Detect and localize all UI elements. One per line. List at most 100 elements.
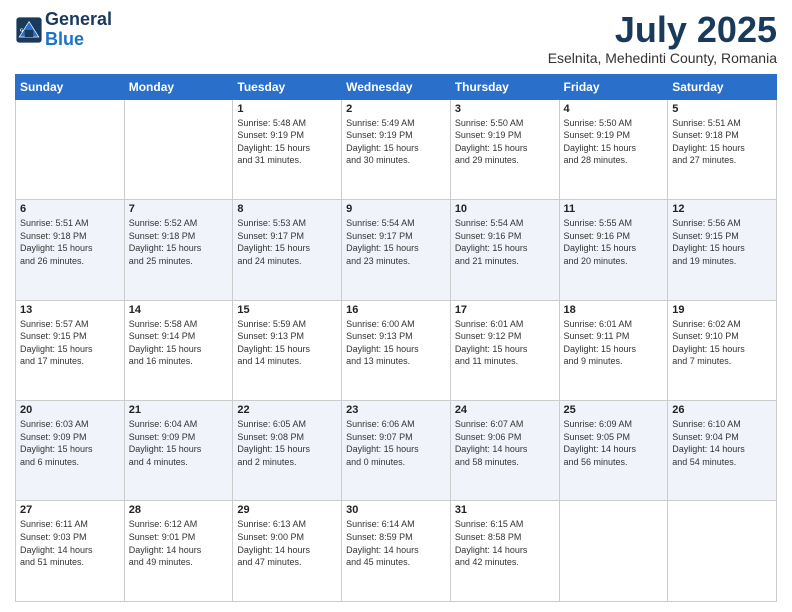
day-number: 21 xyxy=(129,404,229,416)
logo-line2: Blue xyxy=(45,30,112,50)
day-info: Sunrise: 6:07 AM Sunset: 9:06 PM Dayligh… xyxy=(455,418,555,468)
calendar-cell: 2Sunrise: 5:49 AM Sunset: 9:19 PM Daylig… xyxy=(342,99,451,199)
logo: G General Blue xyxy=(15,10,112,50)
day-number: 1 xyxy=(237,103,337,115)
calendar-cell: 20Sunrise: 6:03 AM Sunset: 9:09 PM Dayli… xyxy=(16,401,125,501)
day-info: Sunrise: 5:48 AM Sunset: 9:19 PM Dayligh… xyxy=(237,117,337,167)
day-info: Sunrise: 6:12 AM Sunset: 9:01 PM Dayligh… xyxy=(129,518,229,568)
col-header-thursday: Thursday xyxy=(450,74,559,99)
day-number: 13 xyxy=(20,304,120,316)
calendar-cell: 31 Sunrise: 6:15 AM Sunset: 8:58 PM Dayli… xyxy=(450,501,559,602)
calendar-cell: 26 Sunrise: 6:10 AM Sunset: 9:04 PM Dayli… xyxy=(668,401,777,501)
day-number: 10 xyxy=(455,203,555,215)
day-number: 6 xyxy=(20,203,120,215)
day-number: 24 xyxy=(455,404,555,416)
day-info: Sunrise: 6:01 AM Sunset: 9:12 PM Dayligh… xyxy=(455,318,555,368)
calendar-cell: 3 Sunrise: 5:50 AM Sunset: 9:19 PM Daylig… xyxy=(450,99,559,199)
calendar-cell: 27 Sunrise: 6:11 AM Sunset: 9:03 PM Dayli… xyxy=(16,501,125,602)
day-info: Sunrise: 5:53 AM Sunset: 9:17 PM Dayligh… xyxy=(237,217,337,267)
day-info: Sunrise: 5:52 AM Sunset: 9:18 PM Dayligh… xyxy=(129,217,229,267)
calendar-cell: 18 Sunrise: 6:01 AM Sunset: 9:11 PM Dayli… xyxy=(559,300,668,400)
calendar-table: SundayMondayTuesdayWednesdayThursdayFrid… xyxy=(15,74,777,602)
day-info: Sunrise: 6:11 AM Sunset: 9:03 PM Dayligh… xyxy=(20,518,120,568)
calendar-cell: 22Sunrise: 6:05 AM Sunset: 9:08 PM Dayli… xyxy=(233,401,342,501)
day-info: Sunrise: 6:06 AM Sunset: 9:07 PM Dayligh… xyxy=(346,418,446,468)
day-number: 29 xyxy=(237,504,337,516)
calendar-cell: 25Sunrise: 6:09 AM Sunset: 9:05 PM Dayli… xyxy=(559,401,668,501)
week-row-2: 6 Sunrise: 5:51 AM Sunset: 9:18 PM Daylig… xyxy=(16,200,777,300)
calendar-cell: 5Sunrise: 5:51 AM Sunset: 9:18 PM Daylig… xyxy=(668,99,777,199)
day-number: 4 xyxy=(564,103,664,115)
calendar-cell: 10 Sunrise: 5:54 AM Sunset: 9:16 PM Dayli… xyxy=(450,200,559,300)
day-info: Sunrise: 6:02 AM Sunset: 9:10 PM Dayligh… xyxy=(672,318,772,368)
day-number: 15 xyxy=(237,304,337,316)
day-number: 19 xyxy=(672,304,772,316)
calendar-cell: 23 Sunrise: 6:06 AM Sunset: 9:07 PM Dayli… xyxy=(342,401,451,501)
day-number: 26 xyxy=(672,404,772,416)
day-number: 7 xyxy=(129,203,229,215)
calendar-cell xyxy=(559,501,668,602)
day-number: 14 xyxy=(129,304,229,316)
day-number: 30 xyxy=(346,504,446,516)
day-info: Sunrise: 5:55 AM Sunset: 9:16 PM Dayligh… xyxy=(564,217,664,267)
col-header-saturday: Saturday xyxy=(668,74,777,99)
day-info: Sunrise: 5:51 AM Sunset: 9:18 PM Dayligh… xyxy=(20,217,120,267)
col-header-wednesday: Wednesday xyxy=(342,74,451,99)
week-row-5: 27 Sunrise: 6:11 AM Sunset: 9:03 PM Dayli… xyxy=(16,501,777,602)
calendar-cell xyxy=(16,99,125,199)
col-header-sunday: Sunday xyxy=(16,74,125,99)
day-info: Sunrise: 6:00 AM Sunset: 9:13 PM Dayligh… xyxy=(346,318,446,368)
day-number: 23 xyxy=(346,404,446,416)
day-info: Sunrise: 6:01 AM Sunset: 9:11 PM Dayligh… xyxy=(564,318,664,368)
calendar-cell: 11 Sunrise: 5:55 AM Sunset: 9:16 PM Dayli… xyxy=(559,200,668,300)
calendar-cell: 12 Sunrise: 5:56 AM Sunset: 9:15 PM Dayli… xyxy=(668,200,777,300)
calendar-cell: 19 Sunrise: 6:02 AM Sunset: 9:10 PM Dayli… xyxy=(668,300,777,400)
day-info: Sunrise: 6:13 AM Sunset: 9:00 PM Dayligh… xyxy=(237,518,337,568)
location: Eselnita, Mehedinti County, Romania xyxy=(548,50,777,66)
day-number: 18 xyxy=(564,304,664,316)
header-row: SundayMondayTuesdayWednesdayThursdayFrid… xyxy=(16,74,777,99)
day-info: Sunrise: 5:58 AM Sunset: 9:14 PM Dayligh… xyxy=(129,318,229,368)
day-number: 16 xyxy=(346,304,446,316)
title-block: July 2025 Eselnita, Mehedinti County, Ro… xyxy=(548,10,777,66)
calendar-cell xyxy=(668,501,777,602)
day-number: 31 xyxy=(455,504,555,516)
logo-line1: General xyxy=(45,10,112,30)
day-number: 3 xyxy=(455,103,555,115)
day-number: 25 xyxy=(564,404,664,416)
calendar-cell xyxy=(124,99,233,199)
day-number: 28 xyxy=(129,504,229,516)
calendar-cell: 1 Sunrise: 5:48 AM Sunset: 9:19 PM Daylig… xyxy=(233,99,342,199)
day-number: 12 xyxy=(672,203,772,215)
calendar-cell: 15Sunrise: 5:59 AM Sunset: 9:13 PM Dayli… xyxy=(233,300,342,400)
calendar-cell: 6 Sunrise: 5:51 AM Sunset: 9:18 PM Daylig… xyxy=(16,200,125,300)
svg-text:G: G xyxy=(20,27,24,33)
calendar-cell: 16 Sunrise: 6:00 AM Sunset: 9:13 PM Dayli… xyxy=(342,300,451,400)
header: G General Blue July 2025 Eselnita, Mehed… xyxy=(15,10,777,66)
logo-icon: G xyxy=(15,16,43,44)
day-info: Sunrise: 5:54 AM Sunset: 9:16 PM Dayligh… xyxy=(455,217,555,267)
day-number: 8 xyxy=(237,203,337,215)
week-row-3: 13 Sunrise: 5:57 AM Sunset: 9:15 PM Dayli… xyxy=(16,300,777,400)
calendar-cell: 29 Sunrise: 6:13 AM Sunset: 9:00 PM Dayli… xyxy=(233,501,342,602)
day-info: Sunrise: 6:10 AM Sunset: 9:04 PM Dayligh… xyxy=(672,418,772,468)
day-number: 2 xyxy=(346,103,446,115)
col-header-monday: Monday xyxy=(124,74,233,99)
day-number: 11 xyxy=(564,203,664,215)
calendar-cell: 21 Sunrise: 6:04 AM Sunset: 9:09 PM Dayli… xyxy=(124,401,233,501)
day-info: Sunrise: 6:04 AM Sunset: 9:09 PM Dayligh… xyxy=(129,418,229,468)
day-number: 9 xyxy=(346,203,446,215)
logo-text: General Blue xyxy=(45,10,112,50)
day-info: Sunrise: 6:14 AM Sunset: 8:59 PM Dayligh… xyxy=(346,518,446,568)
day-info: Sunrise: 5:57 AM Sunset: 9:15 PM Dayligh… xyxy=(20,318,120,368)
day-info: Sunrise: 5:56 AM Sunset: 9:15 PM Dayligh… xyxy=(672,217,772,267)
calendar-cell: 8 Sunrise: 5:53 AM Sunset: 9:17 PM Daylig… xyxy=(233,200,342,300)
day-info: Sunrise: 6:15 AM Sunset: 8:58 PM Dayligh… xyxy=(455,518,555,568)
col-header-tuesday: Tuesday xyxy=(233,74,342,99)
calendar-cell: 24 Sunrise: 6:07 AM Sunset: 9:06 PM Dayli… xyxy=(450,401,559,501)
month-year: July 2025 xyxy=(548,10,777,50)
day-info: Sunrise: 5:50 AM Sunset: 9:19 PM Dayligh… xyxy=(455,117,555,167)
day-info: Sunrise: 6:03 AM Sunset: 9:09 PM Dayligh… xyxy=(20,418,120,468)
day-info: Sunrise: 6:05 AM Sunset: 9:08 PM Dayligh… xyxy=(237,418,337,468)
day-number: 27 xyxy=(20,504,120,516)
